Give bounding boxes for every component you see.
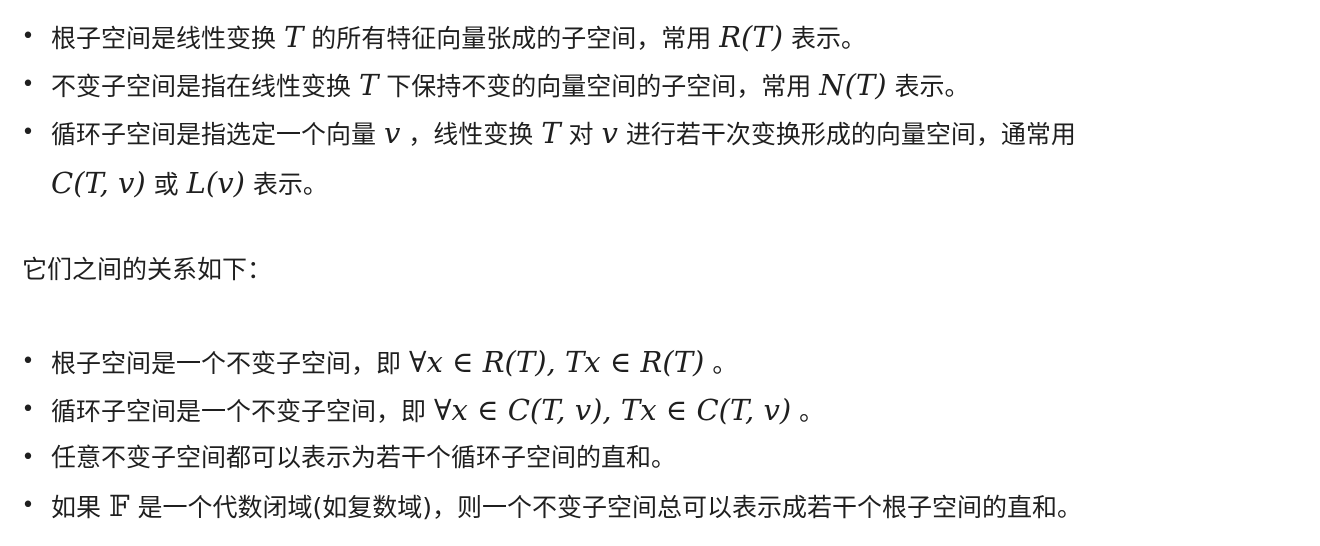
text: 。 [791, 397, 825, 426]
bullet: • [21, 72, 35, 97]
text: 循环子空间是指选定一个向量 [51, 120, 384, 149]
text: 不变子空间是指在线性变换 [51, 72, 359, 101]
text: 根子空间是一个不变子空间，即 [51, 349, 409, 378]
text: 表示。 [244, 170, 328, 199]
bullet: • [21, 493, 35, 518]
document-body: • 根子空间是线性变换 T 的所有特征向量张成的子空间，常用 R(T) 表示。 … [0, 0, 1320, 546]
bullet: • [21, 397, 35, 422]
text: 循环子空间是一个不变子空间，即 [51, 397, 434, 426]
text: 进行若干次变换形成的向量空间，通常用 [617, 120, 1076, 149]
list-item-cyclic-subspace: • 循环子空间是指选定一个向量 v ，线性变换 T 对 v 进行若干次变换形成的… [22, 109, 1301, 209]
math-inline: T [358, 68, 379, 102]
math-inline: v [601, 116, 618, 150]
list-item-relation-4: • 如果 𝔽 是一个代数闭域(如复数域)，则一个不变子空间总可以表示成若干个根子… [22, 482, 1301, 532]
text: 如果 [51, 493, 109, 522]
list-item-relation-3: • 任意不变子空间都可以表示为若干个循环子空间的直和。 [22, 434, 1301, 482]
text: 任意不变子空间都可以表示为若干个循环子空间的直和。 [51, 443, 677, 472]
math-inline: N(T) [819, 68, 887, 102]
bullet: • [21, 120, 35, 145]
math-inline: T [283, 20, 304, 54]
text: 根子空间是线性变换 [51, 24, 284, 53]
text: 表示。 [783, 24, 866, 53]
list-item-relation-2: • 循环子空间是一个不变子空间，即 ∀x ∈ C(T, v), Tx ∈ C(T… [22, 386, 1301, 436]
text: 。 [704, 349, 738, 378]
list-item-relation-1: • 根子空间是一个不变子空间，即 ∀x ∈ R(T), Tx ∈ R(T) 。 [22, 338, 1301, 388]
math-inline: R(T) [719, 20, 784, 54]
text: 的所有特征向量张成的子空间，常用 [303, 24, 720, 53]
text: 是一个代数闭域(如复数域)，则一个不变子空间总可以表示成若干个根子空间的直和。 [129, 493, 1083, 522]
math-inline: T [541, 116, 561, 150]
math-inline: ∀x ∈ C(T, v), Tx ∈ C(T, v) [433, 393, 792, 427]
line-continuation: C(T, v) 或 L(v) 表示。 [51, 159, 1301, 209]
math-inline: ∀x ∈ R(T), Tx ∈ R(T) [408, 345, 705, 379]
math-inline: C(T, v) [51, 166, 146, 200]
math-inline: v [383, 116, 401, 150]
list-item-root-subspace: • 根子空间是线性变换 T 的所有特征向量张成的子空间，常用 R(T) 表示。 [22, 13, 1301, 63]
text: 对 [560, 120, 602, 149]
relation-intro: 它们之间的关系如下： [22, 255, 273, 284]
text: 下保持不变的向量空间的子空间，常用 [378, 72, 820, 101]
text: 或 [145, 170, 187, 199]
text: 表示。 [886, 72, 970, 101]
bullet: • [21, 349, 35, 374]
bullet: • [21, 445, 35, 470]
math-inline: 𝔽 [108, 489, 130, 523]
text: ，线性变换 [400, 120, 542, 149]
bullet: • [21, 24, 35, 49]
math-inline: L(v) [186, 166, 245, 200]
list-item-invariant-subspace: • 不变子空间是指在线性变换 T 下保持不变的向量空间的子空间，常用 N(T) … [22, 61, 1301, 111]
